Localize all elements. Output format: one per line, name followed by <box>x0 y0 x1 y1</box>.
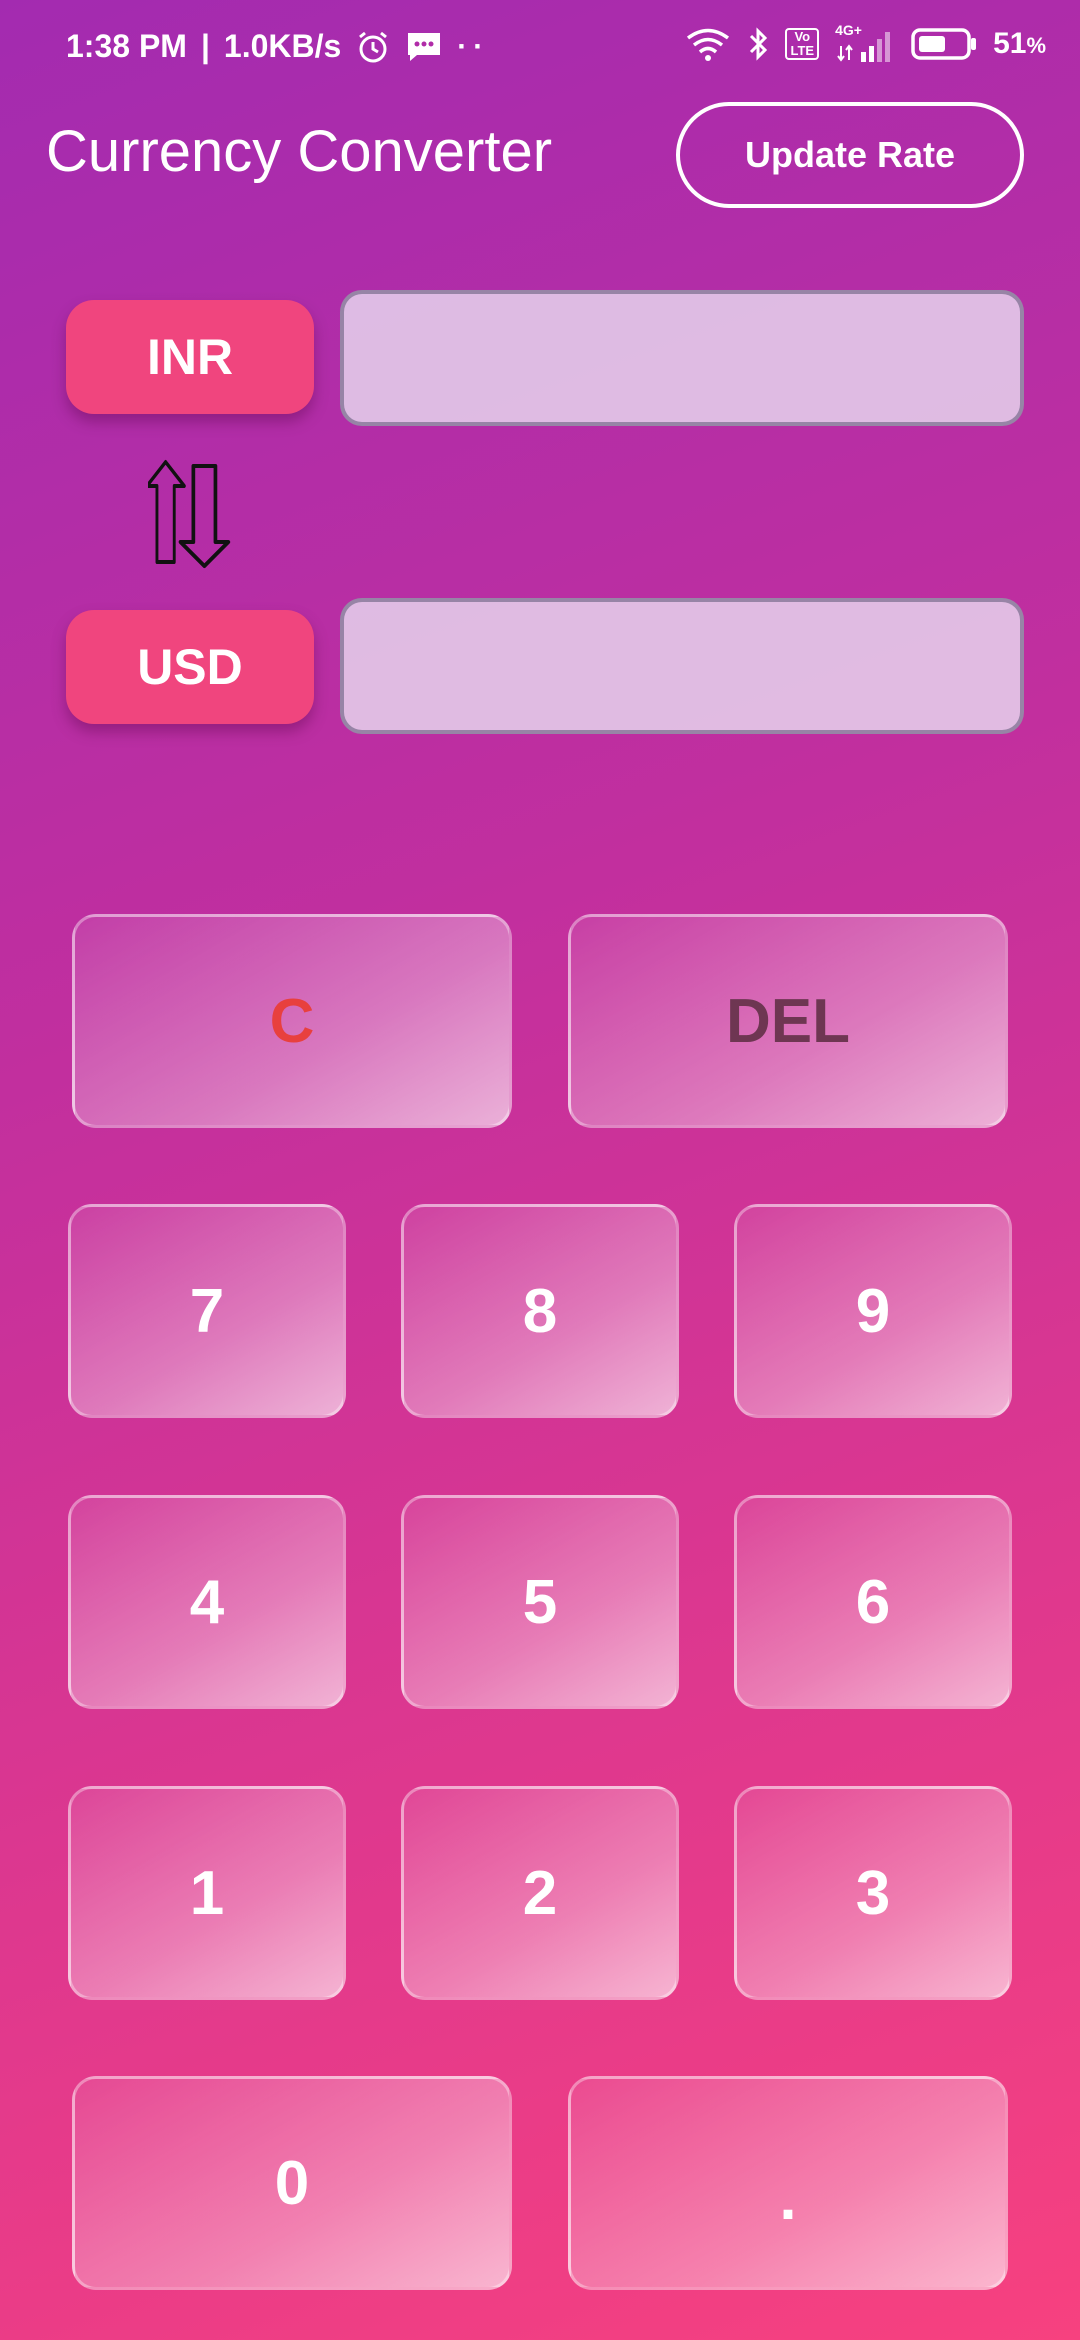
status-network-speed: 1.0KB/s <box>223 28 342 64</box>
status-right: Vo LTE 4G+ 51% <box>685 22 1046 64</box>
page-title: Currency Converter <box>46 119 553 184</box>
wifi-icon <box>685 27 731 61</box>
key-9-button[interactable]: 9 <box>734 1204 1012 1418</box>
status-separator: | <box>200 28 210 64</box>
signal-icon: 4G+ <box>835 22 895 64</box>
key-5-button[interactable]: 5 <box>401 1495 679 1709</box>
battery-level: 51% <box>993 27 1046 60</box>
clear-button[interactable]: C <box>72 914 512 1128</box>
battery-percent-sign: % <box>1026 33 1046 58</box>
volte-bottom-label: LTE <box>790 43 815 58</box>
message-icon <box>405 30 443 64</box>
key-2-button[interactable]: 2 <box>401 1786 679 2000</box>
update-rate-button[interactable]: Update Rate <box>676 102 1024 208</box>
delete-button[interactable]: DEL <box>568 914 1008 1128</box>
bluetooth-icon <box>747 26 769 62</box>
key-1-button[interactable]: 1 <box>68 1786 346 2000</box>
from-currency-button[interactable]: INR <box>66 300 314 414</box>
to-currency-button[interactable]: USD <box>66 610 314 724</box>
alarm-icon <box>355 29 391 65</box>
battery-icon <box>911 27 977 61</box>
key-4-button[interactable]: 4 <box>68 1495 346 1709</box>
key-0-button[interactable]: 0 <box>72 2076 512 2290</box>
to-amount-field[interactable] <box>340 598 1024 734</box>
status-time: 1:38 PM <box>66 28 187 64</box>
swap-icon[interactable] <box>145 458 242 575</box>
volte-top-label: Vo <box>794 29 811 44</box>
status-bar: 1:38 PM | 1.0KB/s ·· Vo LTE 4G+ 51% <box>0 0 1080 100</box>
key-6-button[interactable]: 6 <box>734 1495 1012 1709</box>
status-more-dots: ·· <box>457 29 490 63</box>
volte-icon: Vo LTE <box>785 28 820 60</box>
from-amount-field[interactable] <box>340 290 1024 426</box>
key-3-button[interactable]: 3 <box>734 1786 1012 2000</box>
status-left: 1:38 PM | 1.0KB/s ·· <box>66 28 489 65</box>
key-8-button[interactable]: 8 <box>401 1204 679 1418</box>
key-7-button[interactable]: 7 <box>68 1204 346 1418</box>
decimal-point-button[interactable]: . <box>568 2076 1008 2290</box>
